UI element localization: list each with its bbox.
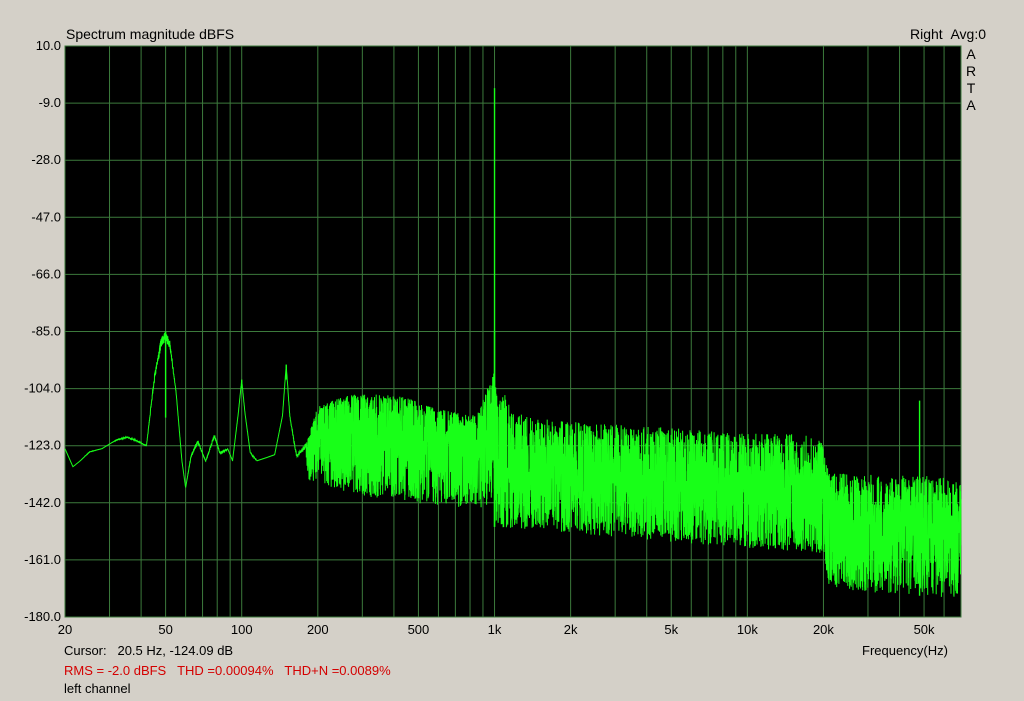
cursor-value: 20.5 Hz, -124.09 dB: [117, 643, 234, 658]
spectrum-chart[interactable]: 10.0 -9.0 -28.0 -47.0 -66.0 -85.0 -104.0 -123.0…: [0, 0, 1024, 701]
x-tick-label: 50: [158, 622, 172, 637]
channel-label: left channel: [64, 681, 131, 696]
measurement-stats: RMS = -2.0 dBFS THD =0.00094% THD+N =0.0…: [64, 663, 391, 678]
y-tick-label: -9.0: [39, 95, 61, 110]
y-axis-ticks: 10.0 -9.0 -28.0 -47.0 -66.0 -85.0 -104.0 -123.0…: [24, 38, 61, 624]
y-tick-label: -66.0: [31, 266, 61, 281]
x-tick-label: 20k: [813, 622, 834, 637]
x-tick-label: 100: [231, 622, 253, 637]
y-tick-label: -28.0: [31, 152, 61, 167]
x-tick-label: 10k: [737, 622, 758, 637]
cursor-readout: Cursor: 20.5 Hz, -124.09 dB: [64, 643, 233, 658]
x-tick-label: 1k: [488, 622, 502, 637]
rms-value: RMS = -2.0 dBFS: [64, 663, 167, 678]
x-axis-ticks: 20 50 100 200 500 1k 2k 5k 10k 20k 50k: [58, 622, 935, 637]
y-tick-label: -142.0: [24, 495, 61, 510]
cursor-label: Cursor:: [64, 643, 107, 658]
y-tick-label: -104.0: [24, 381, 61, 396]
y-tick-label: 10.0: [36, 38, 61, 53]
x-tick-label: 5k: [664, 622, 678, 637]
x-axis-label: Frequency(Hz): [862, 643, 948, 658]
y-tick-label: -161.0: [24, 552, 61, 567]
y-tick-label: -123.0: [24, 438, 61, 453]
x-tick-label: 500: [408, 622, 430, 637]
y-tick-label: -47.0: [31, 209, 61, 224]
thd-value: THD =0.00094%: [177, 663, 274, 678]
y-tick-label: -85.0: [31, 324, 61, 339]
y-tick-label: -180.0: [24, 609, 61, 624]
x-tick-label: 20: [58, 622, 72, 637]
x-tick-label: 2k: [564, 622, 578, 637]
x-tick-label: 200: [307, 622, 329, 637]
thdn-value: THD+N =0.0089%: [284, 663, 391, 678]
x-tick-label: 50k: [914, 622, 935, 637]
